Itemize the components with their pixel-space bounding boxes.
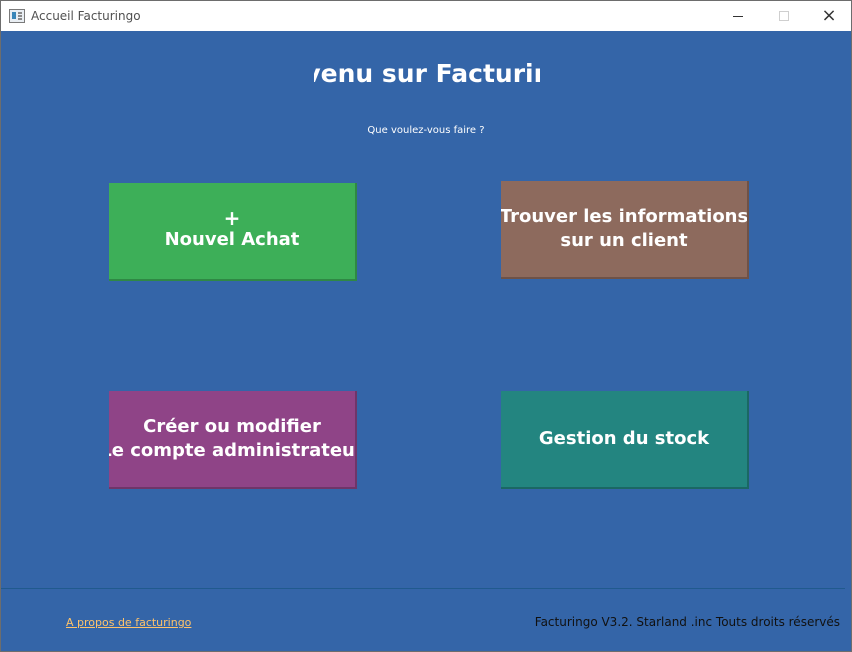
admin-label-line-1: Créer ou modifier xyxy=(143,416,321,437)
admin-account-button[interactable]: Créer ou modifier Le compte administrate… xyxy=(109,391,357,489)
footer-divider xyxy=(1,588,845,589)
client-info-label-line-2: sur un client xyxy=(560,230,688,251)
new-purchase-button[interactable]: + Nouvel Achat xyxy=(109,183,357,281)
home-screen: Bienvenu sur Facturingo Que voulez-vous … xyxy=(1,31,851,651)
close-button[interactable]: × xyxy=(806,1,852,31)
copyright-text: Facturingo V3.2. Starland .inc Touts dro… xyxy=(534,615,840,629)
maximize-button[interactable] xyxy=(761,1,807,31)
admin-label-line-2: Le compte administrateur xyxy=(109,440,357,461)
welcome-title: Bienvenu sur Facturingo xyxy=(314,59,540,88)
new-purchase-label: Nouvel Achat xyxy=(164,229,300,250)
close-icon: × xyxy=(821,5,837,26)
maximize-icon xyxy=(779,11,789,21)
window-title-bar[interactable]: Accueil Facturingo × xyxy=(1,1,851,31)
plus-icon: + xyxy=(223,206,241,230)
window-icon xyxy=(9,9,25,23)
window-title: Accueil Facturingo xyxy=(31,9,141,23)
about-facturingo-link[interactable]: A propos de facturingo xyxy=(66,616,191,629)
welcome-title-container: Bienvenu sur Facturingo xyxy=(314,59,540,93)
client-info-button[interactable]: Trouver les informations sur un client xyxy=(501,181,749,279)
app-window: Accueil Facturingo × Bienvenu sur Factur… xyxy=(0,0,852,652)
minimize-button[interactable] xyxy=(715,1,761,31)
stock-management-button[interactable]: Gestion du stock xyxy=(501,391,749,489)
stock-label: Gestion du stock xyxy=(538,428,710,449)
minimize-icon xyxy=(733,15,743,17)
client-info-label-line-1: Trouver les informations xyxy=(501,206,749,227)
question-text: Que voulez-vous faire ? xyxy=(367,125,485,136)
